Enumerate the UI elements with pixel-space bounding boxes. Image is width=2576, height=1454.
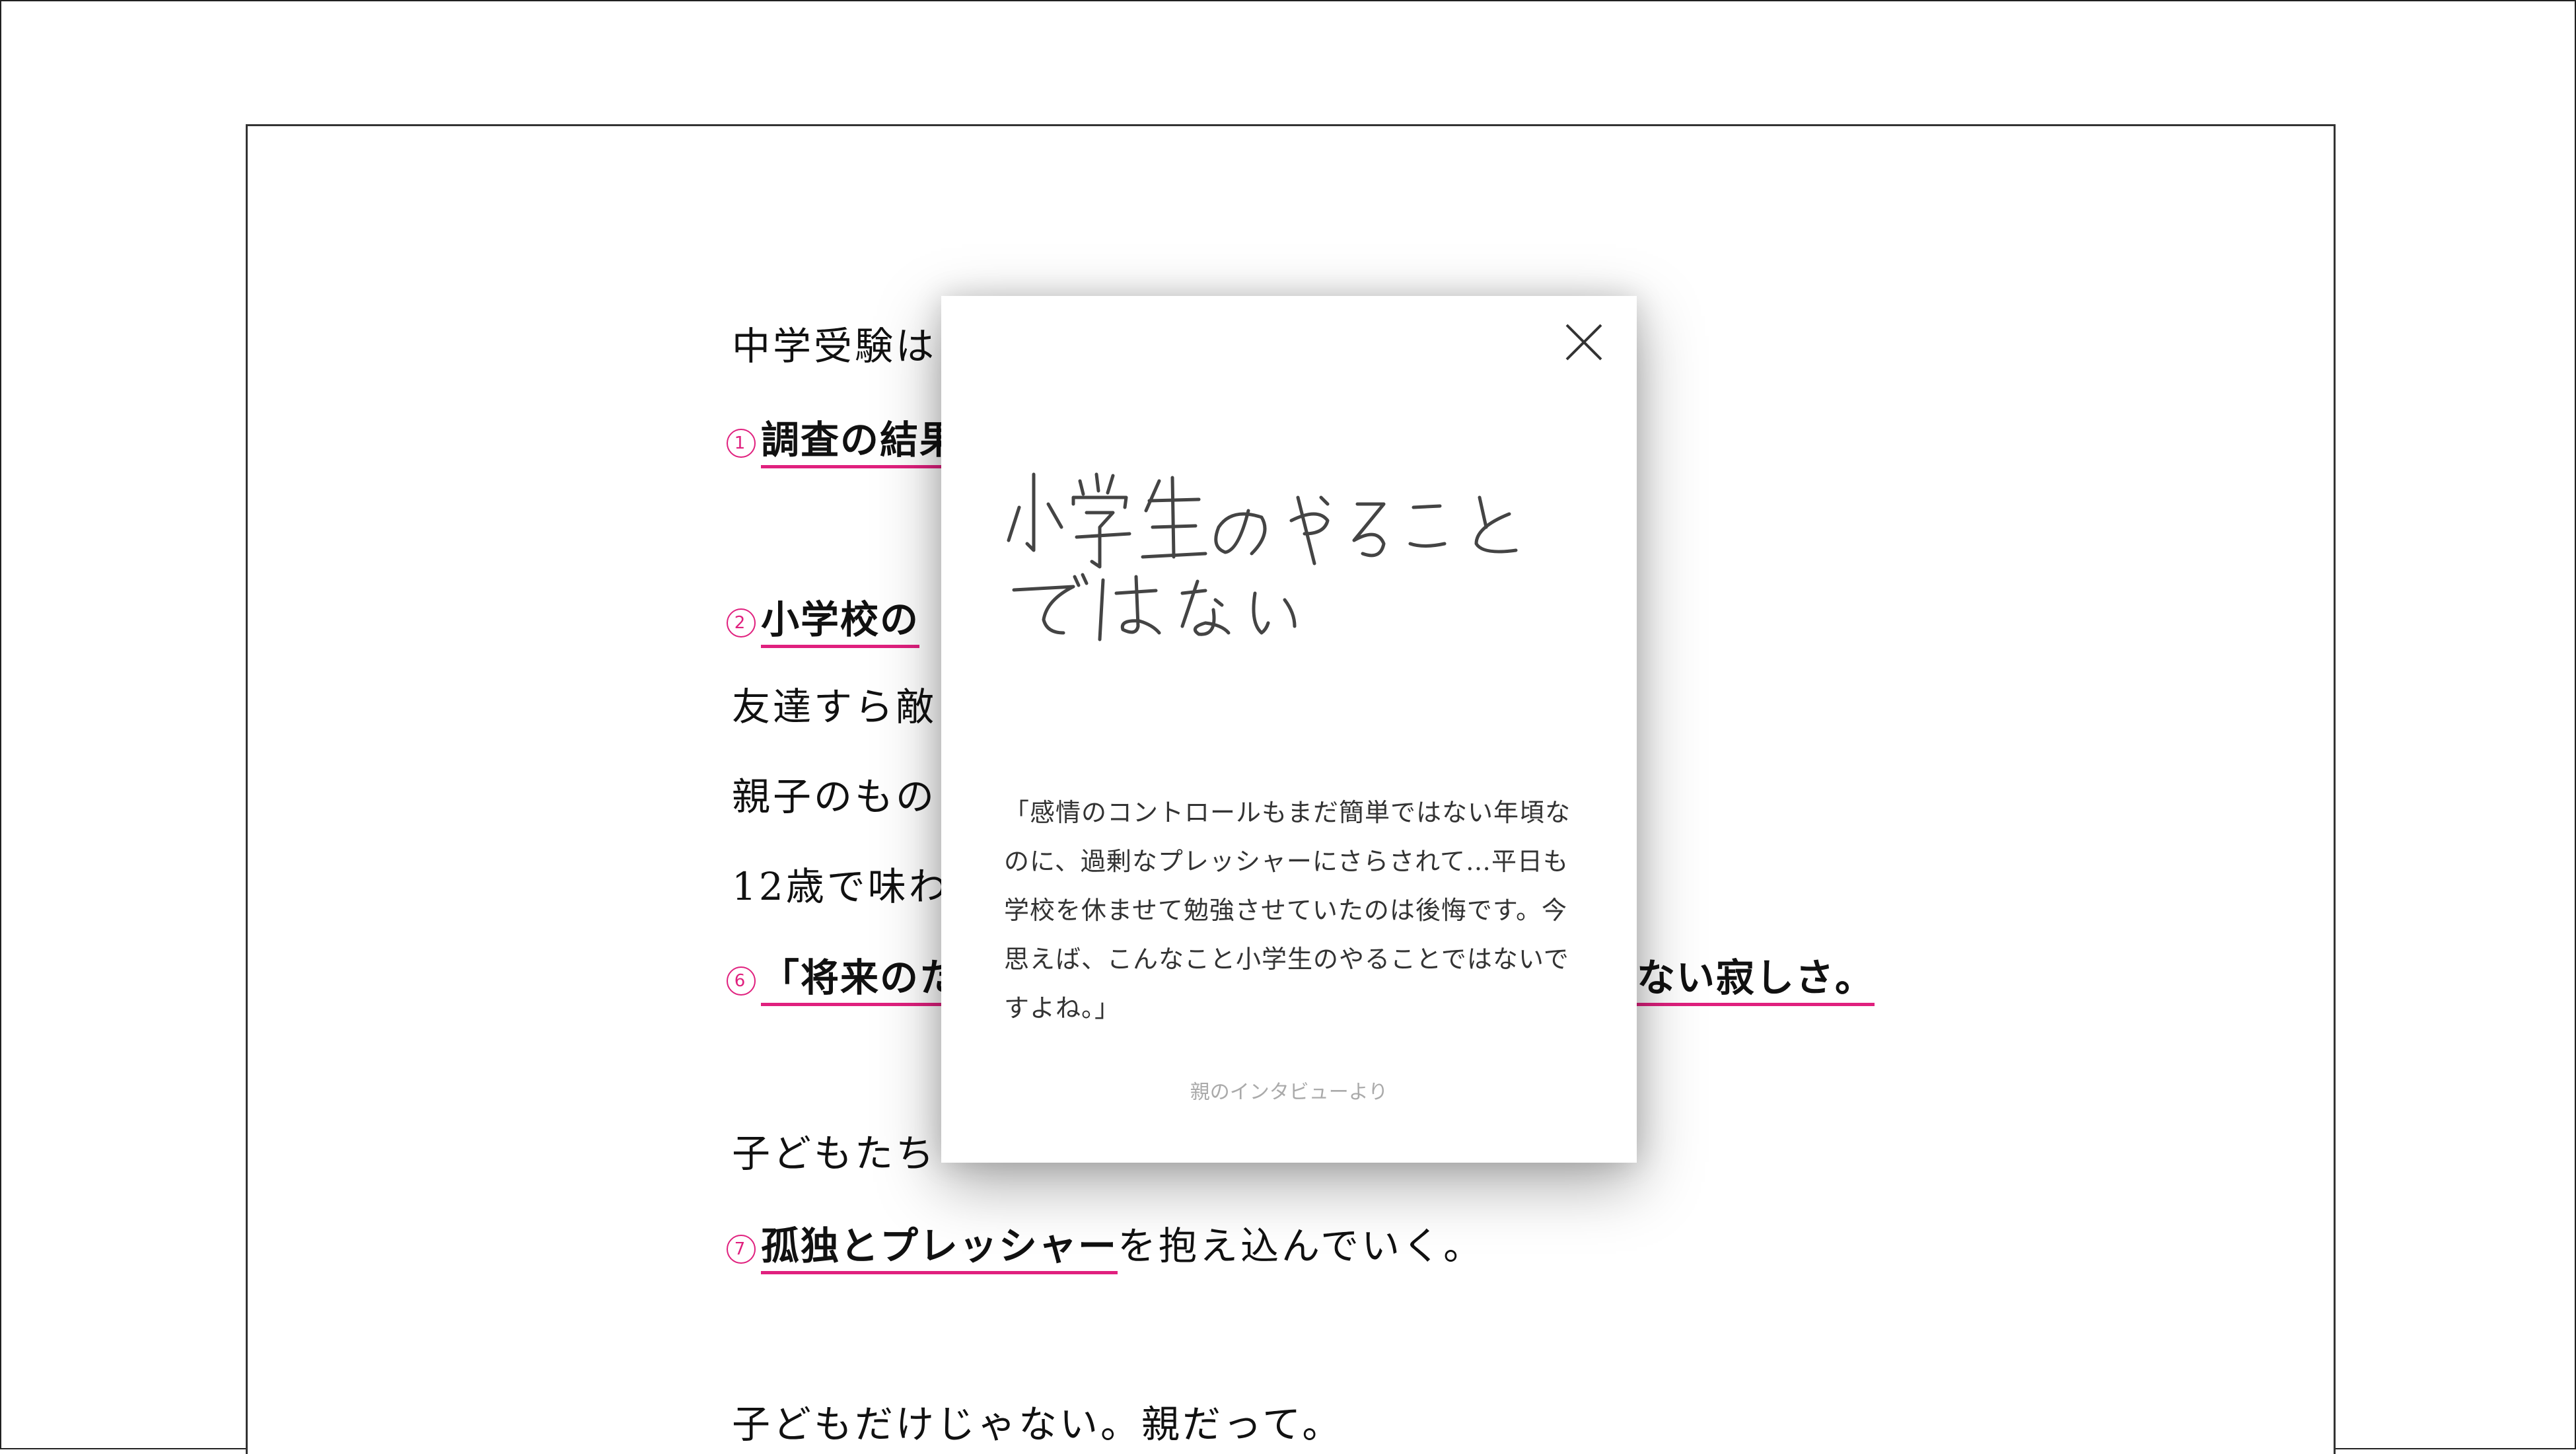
article-item-2: 2 小学校の [727,593,920,648]
article-item-7: 7 孤独とプレッシャーを抱え込んでいく。 [727,1219,1485,1274]
highlight-text-6-right: ない寂しさ。 [1637,955,1875,1006]
item-number-6: 6 [727,966,756,996]
highlight-text-6-left: 「将来のた [761,955,960,1006]
handwriting-illustration [1007,472,1518,641]
item-number-7: 7 [727,1234,756,1264]
article-line-intro: 中学受験は [732,324,937,369]
quote-source: 親のインタビューより [1190,1081,1388,1104]
highlight-text-2: 小学校の [761,597,920,648]
article-line-last: 子どもだけじゃない。親だって。 [732,1402,1343,1447]
highlight-text-7: 孤独とプレッシャー [761,1223,1118,1274]
close-icon[interactable] [1557,316,1610,369]
article-item-1: 1 調査の結果 [727,414,960,468]
item-7-suffix: を抱え込んでいく。 [1118,1223,1485,1268]
interview-quote: 「感情のコントロールもまだ簡単ではない年頃なのに、過剰なプレッシャーにさらされて… [1004,798,1571,1023]
article-line-friends: 友達すら敵 [732,684,937,729]
item-number-1: 1 [727,428,756,458]
highlight-text-1: 調査の結果 [761,418,960,468]
quote-modal: 「感情のコントロールもまだ簡単ではない年頃なのに、過剰なプレッシャーにさらされて… [941,296,1637,1163]
article-line-age: 12歳で味わ [732,864,950,909]
item-number-2: 2 [727,608,756,637]
article-line-parent: 親子のもの [732,774,937,819]
article-line-children: 子どもたち [732,1131,937,1176]
article-item-6: 6 「将来のた [727,951,960,1006]
handwritten-title-image [1001,435,1595,653]
article-item-6-right: ない寂しさ。 [1637,951,1875,1006]
